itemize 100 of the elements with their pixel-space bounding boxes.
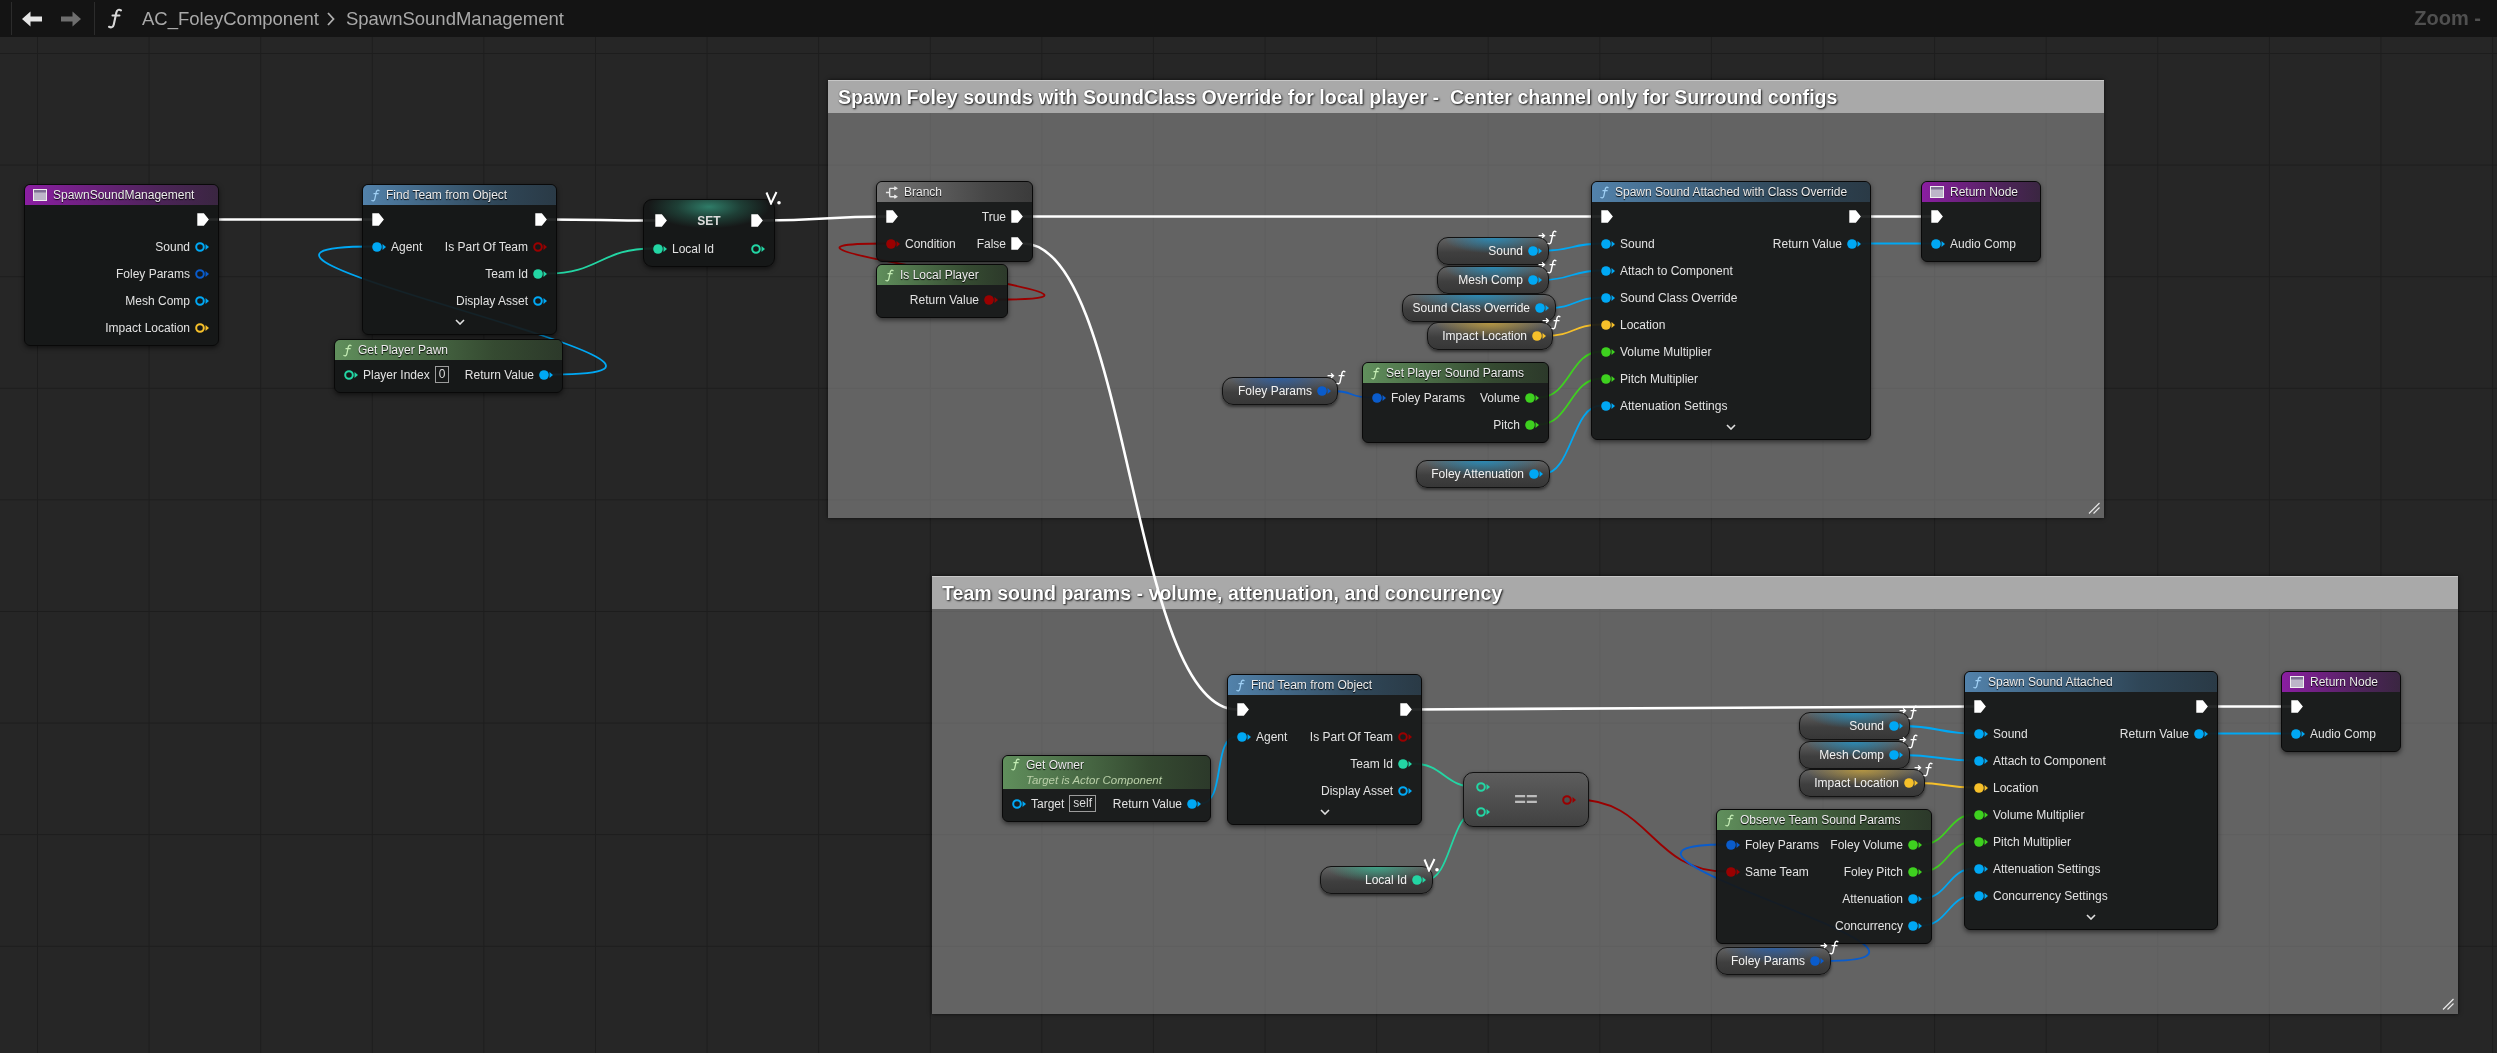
exec-pin-icon[interactable]: [1011, 210, 1023, 223]
pin-icon[interactable]: [1398, 758, 1412, 769]
back-arrow-icon[interactable]: [22, 10, 42, 27]
graph-node[interactable]: Find Team from Object Agent Is Part Of Team Team Id Display Asset: [362, 184, 557, 335]
exec-pin-icon[interactable]: [1601, 210, 1613, 223]
exec-pin-icon[interactable]: [1849, 210, 1861, 223]
pin-icon[interactable]: [653, 243, 667, 254]
pin-icon[interactable]: [1974, 809, 1988, 820]
variable-node[interactable]: Mesh Comp: [1799, 741, 1910, 769]
pin-icon[interactable]: [344, 369, 358, 380]
pin-icon[interactable]: [533, 268, 547, 279]
pin-icon[interactable]: [1974, 755, 1988, 766]
pin-icon[interactable]: [1476, 807, 1490, 817]
graph-node[interactable]: Branch Condition True False: [876, 181, 1033, 262]
variable-node[interactable]: Sound: [1799, 712, 1910, 740]
pin-icon[interactable]: [1601, 265, 1615, 276]
exec-pin-icon[interactable]: [1400, 703, 1412, 716]
pin-icon[interactable]: [1525, 419, 1539, 430]
resize-grip-icon[interactable]: [2088, 502, 2100, 514]
pin-icon[interactable]: [1974, 863, 1988, 874]
pin-icon[interactable]: [1601, 319, 1615, 330]
exec-pin-icon[interactable]: [2196, 700, 2208, 713]
pin-icon[interactable]: [195, 241, 209, 252]
pin-icon[interactable]: [1974, 836, 1988, 847]
pin-label: Team Id: [485, 266, 528, 281]
chevron-down-icon[interactable]: [1319, 809, 1330, 815]
pin-icon[interactable]: [1601, 400, 1615, 411]
exec-pin-icon[interactable]: [1237, 703, 1249, 716]
pin-icon[interactable]: [1012, 798, 1026, 809]
pin-icon[interactable]: [1908, 920, 1922, 931]
pin-icon[interactable]: [1974, 782, 1988, 793]
variable-node[interactable]: Sound Class Override: [1402, 294, 1556, 322]
exec-pin-icon[interactable]: [1011, 237, 1023, 250]
function-icon: [107, 8, 123, 29]
exec-pin-icon[interactable]: [535, 213, 547, 226]
graph-node[interactable]: Spawn Sound Attached with Class Override Sound Attach to Component Sound Class Override Location Volume Multiplier Pitch Multiplier Attenuation Settings Return Value: [1591, 181, 1871, 440]
pin-icon[interactable]: [1398, 785, 1412, 796]
breadcrumb-link[interactable]: AC_FoleyComponent: [142, 7, 319, 30]
pin-icon[interactable]: [1974, 728, 1988, 739]
pin-icon[interactable]: [2291, 728, 2305, 739]
pin-icon[interactable]: [1601, 238, 1615, 249]
pin-icon[interactable]: [195, 295, 209, 306]
chevron-down-icon[interactable]: [454, 319, 465, 325]
breadcrumb-link[interactable]: SpawnSoundManagement: [345, 7, 564, 30]
pin-icon[interactable]: [1908, 893, 1922, 904]
exec-pin-icon[interactable]: [197, 213, 209, 226]
pin-icon[interactable]: [1187, 798, 1201, 809]
variable-node[interactable]: Local Id: [1320, 866, 1433, 894]
resize-grip-icon[interactable]: [2442, 998, 2454, 1010]
pin-icon[interactable]: [195, 322, 209, 333]
exec-pin-icon[interactable]: [1974, 700, 1986, 713]
pin-icon[interactable]: [1908, 839, 1922, 850]
graph-node[interactable]: Set Player Sound Params Foley Params Volume Pitch: [1362, 362, 1549, 443]
graph-node[interactable]: Return Node Audio Comp: [1921, 181, 2041, 262]
graph-node[interactable]: Get Player Pawn Player Index 0 Return Value: [334, 339, 563, 393]
pin-icon[interactable]: [372, 241, 386, 252]
pin-icon[interactable]: [1904, 778, 1918, 788]
graph-node[interactable]: Spawn Sound Attached Sound Attach to Component Location Volume Multiplier Pitch Multiplier Attenuation Settings Concurrency Settings Return Value: [1964, 671, 2218, 930]
pin-icon[interactable]: [533, 295, 547, 306]
exec-pin-icon[interactable]: [372, 213, 384, 226]
variable-node[interactable]: Foley Params: [1716, 947, 1831, 975]
pin-icon[interactable]: [1525, 392, 1539, 403]
pin-icon[interactable]: [1931, 238, 1945, 249]
pin-icon[interactable]: [751, 243, 765, 254]
exec-pin-icon[interactable]: [2291, 700, 2303, 713]
variable-node[interactable]: Mesh Comp: [1437, 266, 1549, 294]
graph-node[interactable]: Find Team from Object Agent Is Part Of Team Team Id Display Asset: [1227, 674, 1422, 825]
graph-node[interactable]: Observe Team Sound Params Foley Params Same Team Foley Volume Foley Pitch Attenuation Concurrency: [1716, 809, 1932, 944]
pin-icon[interactable]: [1601, 292, 1615, 303]
graph-node[interactable]: SpawnSoundManagement Sound Foley Params Mesh Comp Impact Location: [24, 184, 219, 346]
pin-icon[interactable]: [1412, 875, 1426, 885]
pin-icon[interactable]: [1601, 373, 1615, 384]
graph-node[interactable]: Return Node Audio Comp: [2281, 671, 2401, 752]
graph-node[interactable]: SET Local Id: [643, 199, 775, 267]
exec-pin-icon[interactable]: [655, 214, 667, 227]
default-value-field[interactable]: 0: [434, 366, 450, 383]
graph-node[interactable]: Is Local Player Return Value: [876, 264, 1008, 318]
variable-node[interactable]: Impact Location: [1799, 769, 1925, 797]
pin-icon[interactable]: [1908, 866, 1922, 877]
exec-pin-icon[interactable]: [751, 214, 763, 227]
pin-icon[interactable]: [2194, 728, 2208, 739]
chevron-down-icon[interactable]: [2086, 914, 2096, 920]
variable-node[interactable]: Foley Params: [1222, 377, 1338, 405]
default-value-field[interactable]: self: [1069, 795, 1097, 812]
pin-icon[interactable]: [1601, 346, 1615, 357]
pin-icon[interactable]: [1974, 890, 1988, 901]
graph-node[interactable]: Get Owner Target is Actor Component Target self Return Value: [1002, 755, 1211, 822]
variable-label: Foley Params: [1730, 954, 1805, 968]
pin-icon[interactable]: [1532, 331, 1546, 341]
variable-node[interactable]: Sound: [1437, 237, 1549, 265]
node-title: Branch: [904, 185, 943, 199]
exec-pin-icon[interactable]: [1931, 210, 1943, 223]
chevron-down-icon[interactable]: [1726, 424, 1736, 430]
graph-node[interactable]: ==: [1463, 772, 1589, 827]
pin-icon[interactable]: [539, 369, 553, 380]
variable-node[interactable]: Foley Attenuation: [1416, 460, 1550, 488]
variable-node[interactable]: Impact Location: [1427, 322, 1553, 350]
exec-pin-icon[interactable]: [886, 210, 898, 223]
pin-icon[interactable]: [1847, 238, 1861, 249]
pin-icon[interactable]: [1237, 731, 1251, 742]
